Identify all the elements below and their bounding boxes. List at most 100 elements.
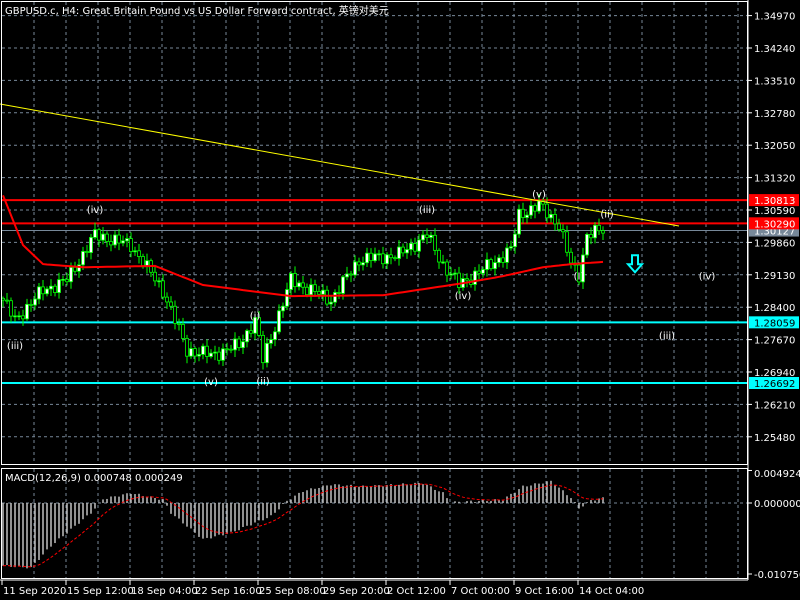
wave-label: (iii) bbox=[7, 341, 23, 352]
time-tick-label: 2 Oct 12:00 bbox=[387, 586, 446, 597]
price-tick-label: 1.34240 bbox=[754, 44, 795, 55]
candle-body-bear bbox=[433, 234, 437, 251]
macd-tick-label: 0.004924 bbox=[754, 469, 800, 480]
candle-body-bull bbox=[497, 257, 501, 263]
candle-body-bear bbox=[225, 348, 229, 351]
candle-body-bull bbox=[409, 243, 413, 250]
candle-body-bull bbox=[285, 289, 289, 307]
candle-body-bull bbox=[453, 272, 457, 275]
candle-body-bull bbox=[69, 266, 73, 283]
candle-body-bull bbox=[37, 286, 41, 300]
candle-body-bull bbox=[209, 352, 213, 357]
candle-body-bear bbox=[349, 273, 353, 276]
candle-body-bull bbox=[341, 276, 345, 294]
candle-body-bull bbox=[345, 273, 349, 278]
candle-body-bull bbox=[89, 237, 93, 253]
price-tick-label: 1.29860 bbox=[754, 238, 795, 249]
wave-label: (iii) bbox=[419, 205, 435, 216]
candle-body-bull bbox=[421, 234, 425, 241]
candle-body-bear bbox=[165, 296, 169, 303]
candle-body-bear bbox=[109, 241, 113, 246]
candle-body-bull bbox=[61, 278, 65, 281]
candle-body-bear bbox=[317, 291, 321, 295]
candle-body-bear bbox=[205, 345, 209, 357]
price-tick-label: 1.32050 bbox=[754, 141, 795, 152]
candle-body-bull bbox=[377, 253, 381, 256]
candle-body-bull bbox=[517, 208, 521, 235]
resistance-level-label: 1.30290 bbox=[754, 219, 795, 230]
candle-body-bull bbox=[333, 292, 337, 303]
candle-body-bull bbox=[241, 341, 245, 349]
time-tick-label: 25 Sep 08:00 bbox=[259, 586, 326, 597]
macd-label: MACD(12,26,9) 0.000748 0.000249 bbox=[5, 473, 183, 484]
candle-body-bear bbox=[129, 238, 133, 252]
candle-body-bear bbox=[393, 257, 397, 260]
candle-body-bull bbox=[221, 348, 225, 361]
candle-body-bull bbox=[17, 315, 21, 318]
candle-body-bear bbox=[21, 315, 25, 320]
candle-body-bull bbox=[245, 330, 249, 343]
candle-body-bear bbox=[261, 334, 265, 364]
price-tick-label: 1.33510 bbox=[754, 76, 795, 87]
wave-label: (iii) bbox=[659, 331, 675, 342]
candle-body-bull bbox=[373, 253, 377, 262]
candle-body-bull bbox=[273, 331, 277, 340]
candle-body-bear bbox=[41, 286, 45, 295]
candle-body-bull bbox=[233, 338, 237, 351]
candle-body-bull bbox=[213, 351, 217, 354]
price-tick-label: 1.34970 bbox=[754, 12, 795, 23]
wave-label: (i) bbox=[250, 311, 261, 322]
candle-body-bull bbox=[481, 269, 485, 274]
candle-body-bull bbox=[265, 342, 269, 364]
candle-body-bull bbox=[13, 315, 17, 318]
candle-body-bear bbox=[533, 205, 537, 212]
time-tick-label: 11 Sep 2020 bbox=[3, 586, 66, 597]
candle-body-bull bbox=[77, 264, 81, 272]
candle-body-bear bbox=[521, 208, 525, 218]
price-tick-label: 1.31320 bbox=[754, 174, 795, 185]
candle bbox=[585, 232, 589, 259]
candle bbox=[517, 204, 521, 238]
price-tick-label: 1.28400 bbox=[754, 303, 795, 314]
candle-body-bull bbox=[529, 205, 533, 216]
wave-label: (iv) bbox=[699, 271, 716, 282]
wave-label: (v) bbox=[532, 190, 546, 201]
price-chart[interactable]: (iii) (iv) (v) (i) (ii) (iii) (iv) (v) (I) (ii) (i… bbox=[0, 0, 800, 600]
candle-body-bear bbox=[445, 261, 449, 276]
candle bbox=[489, 257, 493, 271]
candle-body-bull bbox=[513, 233, 517, 248]
wave-label: (ii) bbox=[600, 210, 613, 221]
candle-body-bear bbox=[501, 257, 505, 263]
candle-body-bull bbox=[157, 280, 161, 283]
candle-body-bear bbox=[413, 243, 417, 252]
candle-body-bull bbox=[493, 262, 497, 270]
candle-body-bull bbox=[329, 301, 333, 305]
time-tick-label: 22 Sep 16:00 bbox=[195, 586, 262, 597]
candle-body-bull bbox=[297, 282, 301, 288]
candle-body-bull bbox=[385, 254, 389, 265]
candle-body-bull bbox=[81, 251, 85, 266]
candle-body-bull bbox=[133, 250, 137, 253]
candle-body-bull bbox=[361, 262, 365, 266]
candle-body-bear bbox=[369, 252, 373, 262]
candle-body-bear bbox=[177, 322, 181, 325]
candle-body-bear bbox=[29, 303, 33, 306]
candle-body-bear bbox=[561, 229, 565, 233]
macd-tick-label: 0.000000 bbox=[754, 499, 800, 510]
candle-body-bear bbox=[381, 253, 385, 265]
price-tick-label: 1.29130 bbox=[754, 271, 795, 282]
candle-body-bear bbox=[53, 285, 57, 293]
candle-body-bear bbox=[173, 305, 177, 324]
candle-body-bear bbox=[185, 338, 189, 357]
candle-body-bull bbox=[585, 234, 589, 256]
candle-body-bull bbox=[353, 261, 357, 276]
candle-body-bear bbox=[597, 224, 601, 232]
candle-body-bull bbox=[197, 354, 201, 357]
price-tick-label: 1.27670 bbox=[754, 336, 795, 347]
candle-body-bear bbox=[565, 231, 569, 253]
candle-body-bull bbox=[593, 224, 597, 239]
candle-body-bull bbox=[201, 345, 205, 355]
candle-body-bear bbox=[489, 259, 493, 270]
candle-body-bull bbox=[397, 246, 401, 259]
candle-body-bear bbox=[105, 233, 109, 242]
